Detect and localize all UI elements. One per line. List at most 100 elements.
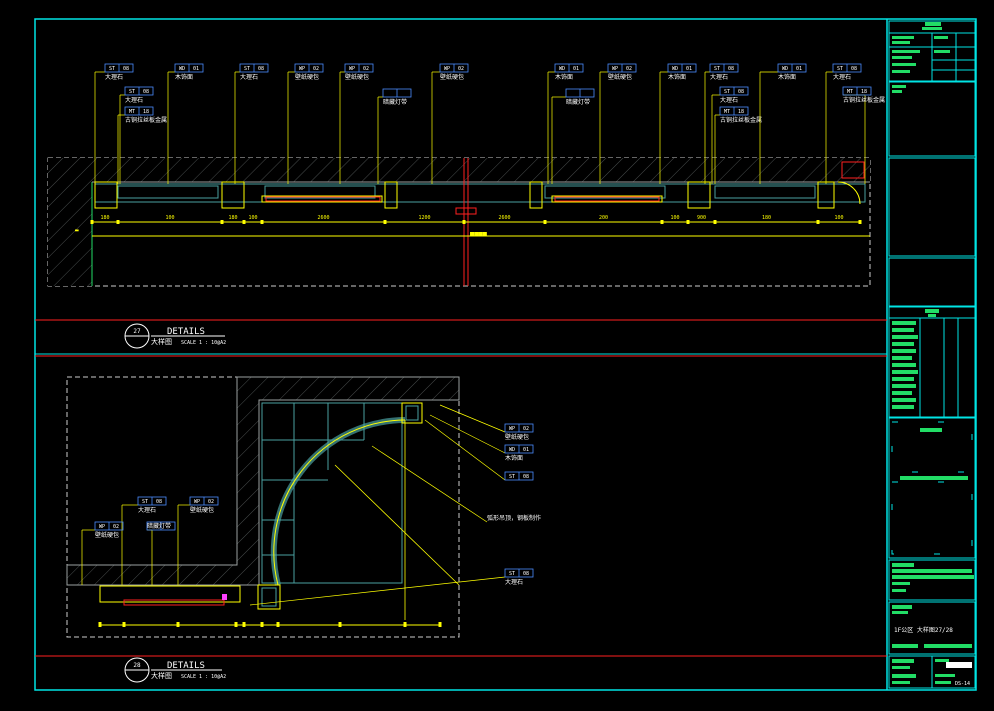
dim-tick (438, 622, 442, 627)
callout-number: 02 (523, 426, 529, 432)
dim-label: 180 (228, 215, 237, 221)
dim-tick (260, 622, 264, 627)
callout-text: 暗藏灯带 (566, 98, 590, 106)
callout-code: WP (299, 66, 305, 72)
callout-number: 02 (313, 66, 319, 72)
detail-27-number: 27 (133, 328, 141, 335)
dim-tick (338, 622, 342, 627)
callout-text: 大理石 (833, 73, 851, 81)
callout-text: 木饰面 (668, 73, 686, 81)
callout-number: 08 (143, 89, 149, 95)
callout-text: 大理石 (105, 73, 123, 81)
dim-label: 2600 (498, 215, 510, 221)
callout-number: 18 (738, 109, 744, 115)
callout-code: WP (509, 426, 515, 432)
callout-code: WP (612, 66, 618, 72)
callout-number: 08 (258, 66, 264, 72)
callout-text: 大理石 (125, 96, 143, 104)
dim-tick (383, 220, 387, 224)
callout-text: 木饰面 (555, 73, 573, 81)
detail-27-scale: SCALE 1 : 10@A2 (181, 340, 226, 346)
callout-number: 01 (523, 447, 529, 453)
detail-28-name: 大样图 (151, 671, 172, 680)
callout-text: 木饰面 (175, 73, 193, 81)
dim-tick (276, 622, 280, 627)
callout-code: WP (444, 66, 450, 72)
dim-tick (816, 220, 820, 224)
callout-code: MT (129, 109, 135, 115)
callout-text: 壁纸硬包 (295, 73, 319, 81)
callout-text: 壁纸硬包 (345, 73, 369, 81)
dim-tick (242, 622, 246, 627)
callout-number: 08 (123, 66, 129, 72)
dim-label: 900 (697, 215, 706, 221)
callout-number: 18 (861, 89, 867, 95)
callout-code: ST (837, 66, 843, 72)
callout-text: 弧形吊顶，钢板制作 (487, 514, 541, 522)
callout-code: ST (509, 474, 515, 480)
dim-tick (660, 220, 664, 224)
dim-label: 2600 (317, 215, 329, 221)
callout-text: 古铜拉丝板金属 (720, 116, 762, 124)
callout-number: 02 (208, 499, 214, 505)
callout-code: WD (782, 66, 788, 72)
callout-number: 08 (851, 66, 857, 72)
cad-drawing-sheet: 180 100 180 100 2600 1200 2600 200 100 900 180 100 … (34, 18, 977, 691)
callout-code: ST (109, 66, 115, 72)
svg-text:■■■■: ■■■■ (470, 230, 488, 238)
dim-tick (234, 622, 238, 627)
dim-tick (686, 220, 690, 224)
dim-tick (543, 220, 547, 224)
callout-text: 大理石 (240, 73, 258, 81)
dim-tick (98, 622, 102, 627)
title-block (888, 20, 976, 689)
drawing-title: 1F公区 大样图27/28 (894, 626, 953, 634)
dim-tick (90, 220, 94, 224)
callout-number: 01 (796, 66, 802, 72)
callout-text: 壁纸硬包 (95, 531, 119, 539)
callout-number: 18 (143, 109, 149, 115)
callout-text: 暗藏灯带 (383, 98, 407, 106)
dim-tick (858, 220, 862, 224)
callout-text: 大理石 (720, 96, 738, 104)
dim-label: 100 (670, 215, 679, 221)
dim-tick (713, 220, 717, 224)
title-block-text-blocks (892, 22, 974, 684)
dim-tick (462, 220, 466, 224)
callout-text: 大理石 (138, 506, 156, 514)
title-block-white-box (946, 662, 972, 668)
callout-code: WD (672, 66, 678, 72)
detail-28-scale: SCALE 1 : 10@A2 (181, 674, 226, 680)
callout-number: 08 (523, 474, 529, 480)
callout-code: ST (714, 66, 720, 72)
callout-number: 01 (686, 66, 692, 72)
detail-28-plan (66, 376, 460, 638)
detail-28-number: 28 (133, 662, 141, 669)
callout-code: ST (129, 89, 135, 95)
callout-number: 01 (573, 66, 579, 72)
dim-tick (176, 622, 180, 627)
callout-code: WD (509, 447, 515, 453)
svg-text:▬: ▬ (75, 227, 79, 234)
callout-code: WP (194, 499, 200, 505)
callout-text: 木饰面 (778, 73, 796, 81)
callout-code: WD (179, 66, 185, 72)
dim-label: 200 (599, 215, 608, 221)
dim-label: 100 (165, 215, 174, 221)
callout-number: 02 (363, 66, 369, 72)
callout-bottom-2: ST 08 (424, 419, 534, 481)
dim-label: 180 (762, 215, 771, 221)
callout-text: 壁纸硬包 (440, 73, 464, 81)
dim-label: 100 (248, 215, 257, 221)
callout-text: 壁纸硬包 (190, 506, 214, 514)
callout-text: 壁纸硬包 (505, 433, 529, 441)
dim-label: 100 (834, 215, 843, 221)
callout-text: 古铜拉丝板金属 (843, 96, 885, 104)
dim-tick (116, 220, 120, 224)
callout-code: ST (142, 499, 148, 505)
callout-number: 08 (156, 499, 162, 505)
detail-27-plan: 180 100 180 100 2600 1200 2600 200 100 900 180 100 … (47, 157, 871, 287)
callout-code: ST (724, 89, 730, 95)
callout-number: 08 (728, 66, 734, 72)
dim-label: 1200 (418, 215, 430, 221)
